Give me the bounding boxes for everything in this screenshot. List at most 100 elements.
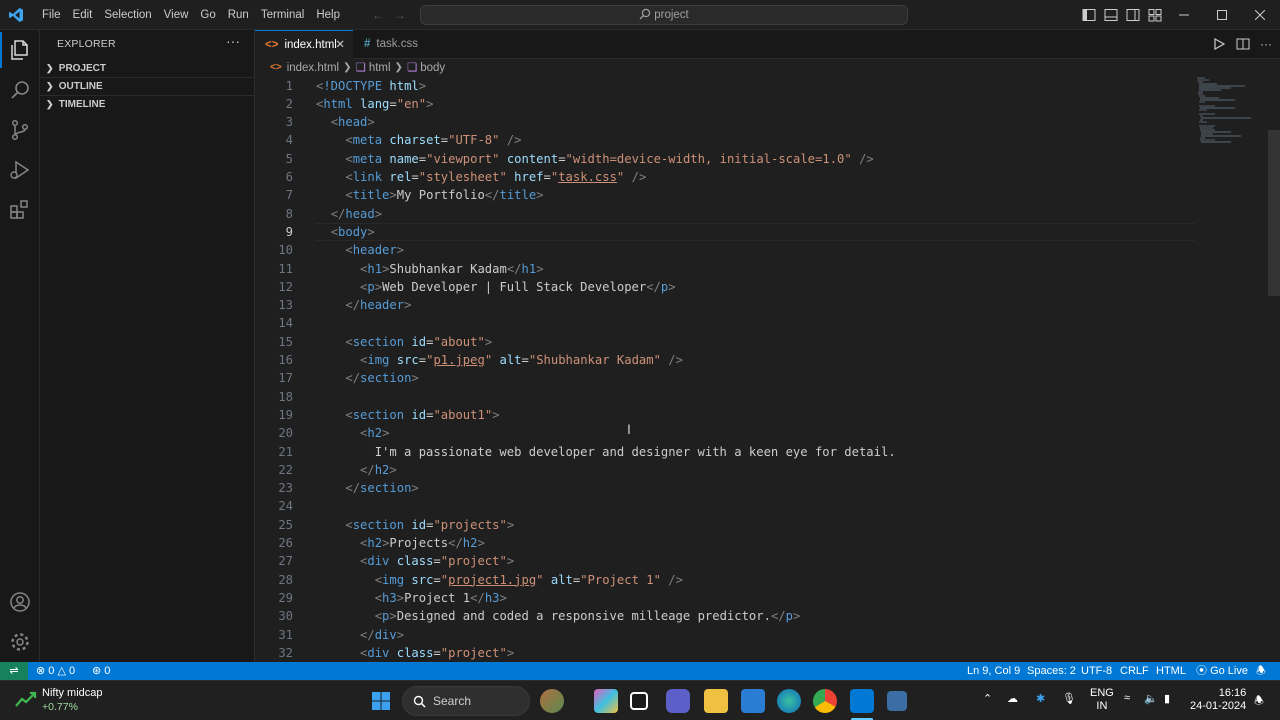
- problems-indicator[interactable]: ⊗ 0 △ 0: [36, 662, 75, 680]
- menu-help[interactable]: Help: [310, 0, 346, 30]
- code-line[interactable]: 12 <p>Web Developer | Full Stack Develop…: [255, 278, 1280, 296]
- code-line[interactable]: 31 </div>: [255, 626, 1280, 644]
- code-line[interactable]: 18: [255, 388, 1280, 406]
- task-view-icon[interactable]: [630, 692, 648, 710]
- code-line[interactable]: 3 <head>: [255, 113, 1280, 131]
- copilot-icon[interactable]: [594, 689, 618, 713]
- extensions-icon[interactable]: [8, 198, 32, 222]
- code-line[interactable]: 4 <meta charset="UTF-8" />: [255, 131, 1280, 149]
- more-actions-icon[interactable]: ···: [1260, 37, 1272, 51]
- code-line[interactable]: 22 </h2>: [255, 461, 1280, 479]
- chrome-browser-icon[interactable]: [813, 689, 837, 713]
- mail-icon[interactable]: [741, 689, 765, 713]
- ports-indicator[interactable]: ⊛ 0: [92, 662, 110, 680]
- run-file-icon[interactable]: [1212, 37, 1226, 51]
- code-line[interactable]: 21 I'm a passionate web developer and de…: [255, 443, 1280, 461]
- back-arrow-icon[interactable]: ←: [372, 8, 384, 22]
- menu-run[interactable]: Run: [222, 0, 255, 30]
- chevron-up-icon[interactable]: ⌃: [983, 692, 992, 705]
- code-line[interactable]: 5 <meta name="viewport" content="width=d…: [255, 150, 1280, 168]
- windows-start-icon[interactable]: [371, 691, 391, 711]
- menu-terminal[interactable]: Terminal: [255, 0, 310, 30]
- line-ending[interactable]: CRLF: [1120, 662, 1149, 680]
- code-line[interactable]: 30 <p>Designed and coded a responsive mi…: [255, 607, 1280, 625]
- clock[interactable]: 16:16 24-01-2024: [1190, 687, 1246, 713]
- indentation[interactable]: Spaces: 2: [1027, 662, 1076, 680]
- menu-view[interactable]: View: [158, 0, 195, 30]
- code-line[interactable]: 1 <!DOCTYPE html>: [255, 77, 1280, 95]
- language-mode[interactable]: HTML: [1156, 662, 1186, 680]
- menu-file[interactable]: File: [36, 0, 67, 30]
- section-timeline[interactable]: ❯ TIMELINE: [40, 95, 254, 113]
- snipping-tool-icon[interactable]: [887, 691, 907, 711]
- code-line[interactable]: 15 <section id="about">: [255, 333, 1280, 351]
- toggle-secondary-sidebar-icon[interactable]: [1126, 8, 1140, 22]
- accounts-icon[interactable]: [8, 590, 32, 614]
- customize-layout-icon[interactable]: [1148, 8, 1162, 22]
- code-line[interactable]: 10 <header>: [255, 241, 1280, 259]
- split-editor-icon[interactable]: [1236, 37, 1250, 51]
- code-line[interactable]: 6 <link rel="stylesheet" href="task.css"…: [255, 168, 1280, 186]
- toggle-panel-icon[interactable]: [1104, 8, 1118, 22]
- manage-gear-icon[interactable]: [8, 630, 32, 654]
- code-line[interactable]: 17 </section>: [255, 369, 1280, 387]
- breadcrumb-html[interactable]: html: [369, 60, 391, 76]
- taskbar-search[interactable]: Search: [402, 686, 530, 716]
- code-line[interactable]: 9 <body>: [255, 222, 1280, 242]
- code-line[interactable]: 26 <h2>Projects</h2>: [255, 534, 1280, 552]
- explorer-icon[interactable]: [0, 32, 32, 68]
- more-actions-icon[interactable]: ···: [226, 33, 240, 49]
- language-indicator[interactable]: ENG IN: [1090, 687, 1114, 713]
- breadcrumb-file[interactable]: index.html: [287, 60, 339, 76]
- volume-icon[interactable]: 🔈: [1144, 692, 1158, 705]
- encoding[interactable]: UTF-8: [1081, 662, 1112, 680]
- code-line[interactable]: 13 </header>: [255, 296, 1280, 314]
- edge-browser-icon[interactable]: [777, 689, 801, 713]
- menu-go[interactable]: Go: [194, 0, 221, 30]
- teams-icon[interactable]: [666, 689, 690, 713]
- section-outline[interactable]: ❯ OUTLINE: [40, 77, 254, 95]
- code-line[interactable]: 19 <section id="about1">: [255, 406, 1280, 424]
- close-icon[interactable]: [1241, 0, 1279, 30]
- code-line[interactable]: 16 <img src="p1.jpeg" alt="Shubhankar Ka…: [255, 351, 1280, 369]
- code-line[interactable]: 14: [255, 314, 1280, 332]
- tab-index-html[interactable]: <> index.html ✕: [255, 30, 353, 60]
- menu-selection[interactable]: Selection: [98, 0, 157, 30]
- code-editor[interactable]: I 1 <!DOCTYPE html> 2 <html lang="en"> 3 <he…: [255, 76, 1280, 662]
- wifi-icon[interactable]: ≈: [1124, 692, 1130, 704]
- maximize-icon[interactable]: [1203, 0, 1241, 30]
- code-line[interactable]: 11 <h1>Shubhankar Kadam</h1>: [255, 260, 1280, 278]
- code-line[interactable]: 27 <div class="project">: [255, 552, 1280, 570]
- file-explorer-icon[interactable]: [704, 689, 728, 713]
- code-line[interactable]: 25 <section id="projects">: [255, 516, 1280, 534]
- code-line[interactable]: 2 <html lang="en">: [255, 95, 1280, 113]
- menu-edit[interactable]: Edit: [67, 0, 99, 30]
- vscode-taskbar-icon[interactable]: [850, 689, 874, 713]
- command-center-search[interactable]: project: [420, 5, 908, 25]
- run-debug-icon[interactable]: [8, 158, 32, 182]
- notification-center-icon[interactable]: 🕭: [1254, 692, 1264, 711]
- code-line[interactable]: 29 <h3>Project 1</h3>: [255, 589, 1280, 607]
- minimize-icon[interactable]: [1165, 0, 1203, 30]
- search-icon[interactable]: [8, 78, 32, 102]
- code-line[interactable]: 23 </section>: [255, 479, 1280, 497]
- code-line[interactable]: 8 </head>: [255, 205, 1280, 223]
- remote-indicator-icon[interactable]: ⇌: [0, 662, 28, 680]
- code-line[interactable]: 20 <h2>: [255, 424, 1280, 442]
- code-line[interactable]: 28 <img src="project1.jpg" alt="Project …: [255, 571, 1280, 589]
- section-project[interactable]: ❯ PROJECT: [40, 59, 254, 77]
- go-live-button[interactable]: ⦿ Go Live: [1196, 662, 1248, 680]
- code-line[interactable]: 24: [255, 497, 1280, 515]
- notifications-bell-icon[interactable]: 🕭: [1256, 662, 1266, 680]
- toggle-sidebar-icon[interactable]: [1082, 8, 1096, 22]
- bluetooth-icon[interactable]: ✱: [1036, 692, 1045, 705]
- cloud-icon[interactable]: ☁: [1007, 692, 1018, 705]
- close-tab-icon[interactable]: ✕: [335, 31, 345, 60]
- source-control-icon[interactable]: [8, 118, 32, 142]
- cursor-position[interactable]: Ln 9, Col 9: [967, 662, 1020, 680]
- widget-title[interactable]: Nifty midcap: [42, 687, 103, 699]
- code-line[interactable]: 7 <title>My Portfolio</title>: [255, 186, 1280, 204]
- game-art-icon[interactable]: [540, 689, 564, 713]
- battery-icon[interactable]: ▮: [1164, 692, 1170, 705]
- tab-task-css[interactable]: # task.css: [354, 30, 452, 59]
